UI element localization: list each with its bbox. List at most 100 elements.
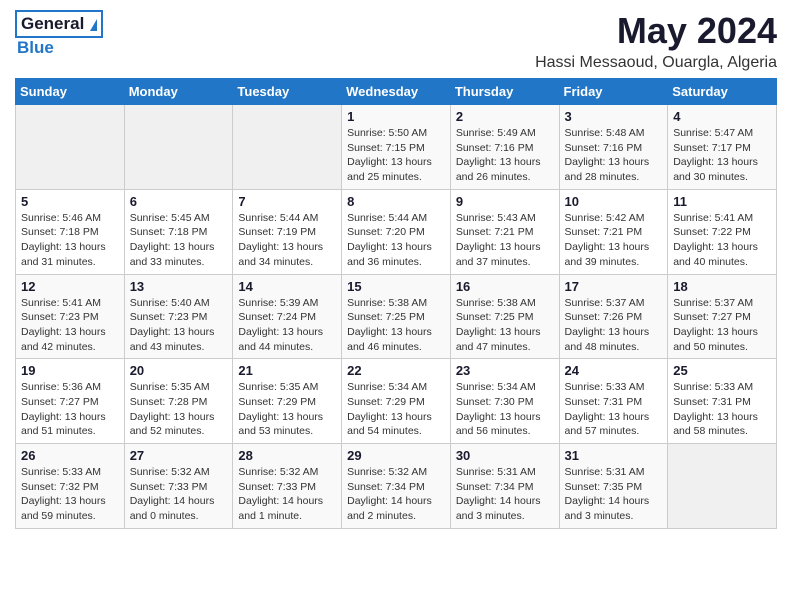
day-number: 22 [347,363,445,378]
calendar-cell: 27 Sunrise: 5:32 AMSunset: 7:33 PMDayligh… [124,444,233,529]
day-info: Sunrise: 5:41 AMSunset: 7:22 PMDaylight:… [673,211,771,270]
day-number: 19 [21,363,119,378]
day-info: Sunrise: 5:44 AMSunset: 7:20 PMDaylight:… [347,211,445,270]
calendar-cell: 15 Sunrise: 5:38 AMSunset: 7:25 PMDayligh… [342,274,451,359]
day-number: 14 [238,279,336,294]
calendar-cell [233,105,342,190]
day-number: 6 [130,194,228,209]
calendar-cell: 14 Sunrise: 5:39 AMSunset: 7:24 PMDayligh… [233,274,342,359]
day-number: 30 [456,448,554,463]
day-of-week-header: Tuesday [233,79,342,105]
day-info: Sunrise: 5:31 AMSunset: 7:35 PMDaylight:… [565,465,663,524]
day-info: Sunrise: 5:38 AMSunset: 7:25 PMDaylight:… [456,296,554,355]
day-info: Sunrise: 5:32 AMSunset: 7:33 PMDaylight:… [130,465,228,524]
day-info: Sunrise: 5:44 AMSunset: 7:19 PMDaylight:… [238,211,336,270]
day-header-row: SundayMondayTuesdayWednesdayThursdayFrid… [16,79,777,105]
calendar-cell: 4Sunrise: 5:47 AMSunset: 7:17 PMDaylight… [668,105,777,190]
day-number: 9 [456,194,554,209]
day-number: 7 [238,194,336,209]
day-info: Sunrise: 5:36 AMSunset: 7:27 PMDaylight:… [21,380,119,439]
calendar-cell: 30 Sunrise: 5:31 AMSunset: 7:34 PMDayligh… [450,444,559,529]
day-info: Sunrise: 5:34 AMSunset: 7:29 PMDaylight:… [347,380,445,439]
calendar-cell: 28Sunrise: 5:32 AMSunset: 7:33 PMDayligh… [233,444,342,529]
calendar-cell: 22 Sunrise: 5:34 AMSunset: 7:29 PMDayligh… [342,359,451,444]
calendar-cell: 19 Sunrise: 5:36 AMSunset: 7:27 PMDayligh… [16,359,125,444]
day-number: 4 [673,109,771,124]
calendar-cell: 1 Sunrise: 5:50 AMSunset: 7:15 PMDaylight… [342,105,451,190]
day-number: 20 [130,363,228,378]
calendar-cell: 21Sunrise: 5:35 AMSunset: 7:29 PMDayligh… [233,359,342,444]
calendar-table: SundayMondayTuesdayWednesdayThursdayFrid… [15,78,777,529]
day-info: Sunrise: 5:33 AMSunset: 7:32 PMDaylight:… [21,465,119,524]
day-info: Sunrise: 5:32 AMSunset: 7:34 PMDaylight:… [347,465,445,524]
day-info: Sunrise: 5:40 AMSunset: 7:23 PMDaylight:… [130,296,228,355]
logo-general: General [21,14,84,33]
logo-box: General [15,10,103,38]
day-of-week-header: Sunday [16,79,125,105]
calendar-cell: 8Sunrise: 5:44 AMSunset: 7:20 PMDaylight… [342,189,451,274]
calendar-cell [668,444,777,529]
calendar-cell: 20 Sunrise: 5:35 AMSunset: 7:28 PMDayligh… [124,359,233,444]
calendar-cell: 25Sunrise: 5:33 AMSunset: 7:31 PMDayligh… [668,359,777,444]
day-info: Sunrise: 5:37 AMSunset: 7:27 PMDaylight:… [673,296,771,355]
day-number: 31 [565,448,663,463]
day-info: Sunrise: 5:33 AMSunset: 7:31 PMDaylight:… [565,380,663,439]
day-info: Sunrise: 5:38 AMSunset: 7:25 PMDaylight:… [347,296,445,355]
day-of-week-header: Thursday [450,79,559,105]
day-info: Sunrise: 5:48 AMSunset: 7:16 PMDaylight:… [565,126,663,185]
calendar-week-row: 12 Sunrise: 5:41 AMSunset: 7:23 PMDayligh… [16,274,777,359]
calendar-cell: 2Sunrise: 5:49 AMSunset: 7:16 PMDaylight… [450,105,559,190]
calendar-cell: 6 Sunrise: 5:45 AMSunset: 7:18 PMDaylight… [124,189,233,274]
day-info: Sunrise: 5:46 AMSunset: 7:18 PMDaylight:… [21,211,119,270]
calendar-cell: 7 Sunrise: 5:44 AMSunset: 7:19 PMDaylight… [233,189,342,274]
day-of-week-header: Wednesday [342,79,451,105]
calendar-cell: 26 Sunrise: 5:33 AMSunset: 7:32 PMDayligh… [16,444,125,529]
day-info: Sunrise: 5:35 AMSunset: 7:28 PMDaylight:… [130,380,228,439]
day-number: 5 [21,194,119,209]
day-number: 13 [130,279,228,294]
calendar-cell: 13 Sunrise: 5:40 AMSunset: 7:23 PMDayligh… [124,274,233,359]
calendar-cell: 11 Sunrise: 5:41 AMSunset: 7:22 PMDayligh… [668,189,777,274]
day-of-week-header: Saturday [668,79,777,105]
day-number: 11 [673,194,771,209]
calendar-week-row: 26 Sunrise: 5:33 AMSunset: 7:32 PMDayligh… [16,444,777,529]
day-info: Sunrise: 5:41 AMSunset: 7:23 PMDaylight:… [21,296,119,355]
calendar-cell: 9Sunrise: 5:43 AMSunset: 7:21 PMDaylight… [450,189,559,274]
day-number: 25 [673,363,771,378]
calendar-cell: 3 Sunrise: 5:48 AMSunset: 7:16 PMDaylight… [559,105,668,190]
day-info: Sunrise: 5:35 AMSunset: 7:29 PMDaylight:… [238,380,336,439]
day-number: 27 [130,448,228,463]
day-info: Sunrise: 5:50 AMSunset: 7:15 PMDaylight:… [347,126,445,185]
day-number: 12 [21,279,119,294]
calendar-cell: 16Sunrise: 5:38 AMSunset: 7:25 PMDayligh… [450,274,559,359]
day-info: Sunrise: 5:34 AMSunset: 7:30 PMDaylight:… [456,380,554,439]
calendar-cell: 31 Sunrise: 5:31 AMSunset: 7:35 PMDayligh… [559,444,668,529]
day-number: 10 [565,194,663,209]
day-info: Sunrise: 5:37 AMSunset: 7:26 PMDaylight:… [565,296,663,355]
day-of-week-header: Friday [559,79,668,105]
day-info: Sunrise: 5:39 AMSunset: 7:24 PMDaylight:… [238,296,336,355]
day-info: Sunrise: 5:31 AMSunset: 7:34 PMDaylight:… [456,465,554,524]
calendar-cell: 5 Sunrise: 5:46 AMSunset: 7:18 PMDaylight… [16,189,125,274]
calendar-body: 1 Sunrise: 5:50 AMSunset: 7:15 PMDaylight… [16,105,777,529]
calendar-cell: 24Sunrise: 5:33 AMSunset: 7:31 PMDayligh… [559,359,668,444]
title-area: May 2024 Hassi Messaoud, Ouargla, Algeri… [535,10,777,72]
page-header: General Blue May 2024 Hassi Messaoud, Ou… [15,10,777,72]
day-number: 18 [673,279,771,294]
day-number: 1 [347,109,445,124]
day-info: Sunrise: 5:32 AMSunset: 7:33 PMDaylight:… [238,465,336,524]
calendar-cell: 12 Sunrise: 5:41 AMSunset: 7:23 PMDayligh… [16,274,125,359]
calendar-week-row: 5 Sunrise: 5:46 AMSunset: 7:18 PMDaylight… [16,189,777,274]
calendar-cell: 23Sunrise: 5:34 AMSunset: 7:30 PMDayligh… [450,359,559,444]
day-info: Sunrise: 5:45 AMSunset: 7:18 PMDaylight:… [130,211,228,270]
calendar-cell: 18 Sunrise: 5:37 AMSunset: 7:27 PMDayligh… [668,274,777,359]
day-number: 26 [21,448,119,463]
logo-blue: Blue [15,38,54,57]
calendar-header: SundayMondayTuesdayWednesdayThursdayFrid… [16,79,777,105]
calendar-week-row: 19 Sunrise: 5:36 AMSunset: 7:27 PMDayligh… [16,359,777,444]
day-number: 3 [565,109,663,124]
day-number: 17 [565,279,663,294]
day-number: 15 [347,279,445,294]
calendar-cell: 29Sunrise: 5:32 AMSunset: 7:34 PMDayligh… [342,444,451,529]
logo-triangle-icon [90,19,97,31]
